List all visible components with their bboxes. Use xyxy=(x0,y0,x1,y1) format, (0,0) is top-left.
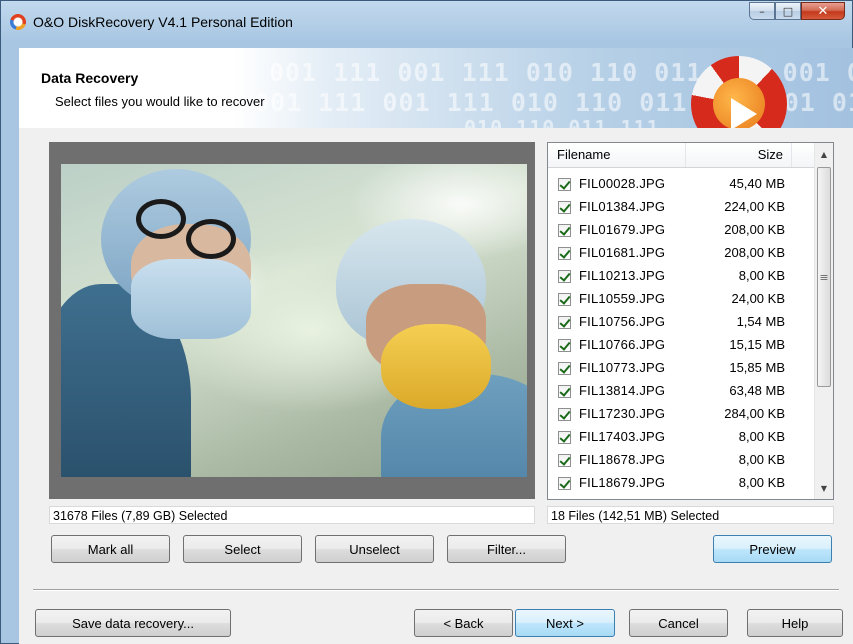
file-name: FIL10756.JPG xyxy=(579,314,666,329)
file-row[interactable]: FIL01384.JPG 224,00 KB xyxy=(548,198,815,221)
status-selected-files: 18 Files (142,51 MB) Selected xyxy=(547,506,834,524)
select-button[interactable]: Select xyxy=(183,535,302,563)
file-row[interactable]: FIL18679.JPG 8,00 KB xyxy=(548,474,815,497)
cancel-button[interactable]: Cancel xyxy=(629,609,728,637)
file-row[interactable]: FIL10773.JPG 15,85 MB xyxy=(548,359,815,382)
file-size: 1,54 MB xyxy=(736,314,785,329)
file-size: 8,00 KB xyxy=(738,268,785,283)
file-name: FIL10559.JPG xyxy=(579,291,666,306)
app-window: O&O DiskRecovery V4.1 Personal Edition –… xyxy=(0,0,853,644)
page-title: Data Recovery xyxy=(41,70,139,86)
caption-buttons: – □ ✕ xyxy=(749,2,845,20)
file-checkbox[interactable] xyxy=(558,247,571,260)
file-row[interactable]: FIL01681.JPG 208,00 KB xyxy=(548,244,815,267)
surgeon-left-mask xyxy=(131,259,251,339)
file-checkbox[interactable] xyxy=(558,293,571,306)
wizard-content: Filename Size FIL00028.JPG 45,40 MB FIL013… xyxy=(19,128,853,644)
file-checkbox[interactable] xyxy=(558,454,571,467)
file-checkbox[interactable] xyxy=(558,270,571,283)
file-row[interactable]: FIL10766.JPG 15,15 MB xyxy=(548,336,815,359)
column-header-size[interactable]: Size xyxy=(686,143,792,167)
surgeon-right-mask xyxy=(381,324,491,409)
list-header: Filename Size xyxy=(548,143,815,168)
arrow-icon xyxy=(731,98,757,128)
file-row[interactable]: FIL17403.JPG 8,00 KB xyxy=(548,428,815,451)
file-row[interactable]: FIL17230.JPG 284,00 KB xyxy=(548,405,815,428)
file-name: FIL00028.JPG xyxy=(579,176,666,191)
file-checkbox[interactable] xyxy=(558,477,571,490)
file-name: FIL01679.JPG xyxy=(579,222,666,237)
surgeon-glasses xyxy=(186,219,236,259)
file-size: 208,00 KB xyxy=(724,245,785,260)
file-checkbox[interactable] xyxy=(558,362,571,375)
file-checkbox[interactable] xyxy=(558,431,571,444)
file-name: FIL10773.JPG xyxy=(579,360,666,375)
file-size: 45,40 MB xyxy=(729,176,785,191)
file-name: FIL10766.JPG xyxy=(579,337,666,352)
separator xyxy=(33,589,839,591)
file-row[interactable]: FIL01679.JPG 208,00 KB xyxy=(548,221,815,244)
file-name: FIL10213.JPG xyxy=(579,268,666,283)
minimize-button[interactable]: – xyxy=(749,2,775,20)
page-subtitle: Select files you would like to recover xyxy=(55,94,265,109)
file-name: FIL17403.JPG xyxy=(579,429,666,444)
preview-image xyxy=(61,164,527,477)
close-button[interactable]: ✕ xyxy=(801,2,845,20)
scroll-thumb[interactable]: ≡ xyxy=(817,167,831,387)
file-list[interactable]: Filename Size FIL00028.JPG 45,40 MB FIL013… xyxy=(547,142,834,500)
binary-decoration: 010 110 011 111 xyxy=(464,116,660,128)
file-size: 208,00 KB xyxy=(724,222,785,237)
column-header-filename[interactable]: Filename xyxy=(548,143,686,167)
file-checkbox[interactable] xyxy=(558,201,571,214)
file-size: 8,00 KB xyxy=(738,452,785,467)
mark-all-button[interactable]: Mark all xyxy=(51,535,170,563)
image-preview-frame xyxy=(49,142,535,499)
scroll-down-arrow-icon[interactable]: ▼ xyxy=(815,479,833,497)
file-checkbox[interactable] xyxy=(558,339,571,352)
file-size: 8,00 KB xyxy=(738,429,785,444)
grip-icon: ≡ xyxy=(819,270,829,284)
file-row[interactable]: FIL13814.JPG 63,48 MB xyxy=(548,382,815,405)
file-size: 284,00 KB xyxy=(724,406,785,421)
file-rows: FIL00028.JPG 45,40 MB FIL01384.JPG 224,00 K… xyxy=(548,175,815,497)
file-name: FIL01681.JPG xyxy=(579,245,666,260)
file-checkbox[interactable] xyxy=(558,408,571,421)
window-title: O&O DiskRecovery V4.1 Personal Edition xyxy=(33,14,293,30)
vertical-scrollbar[interactable]: ▲ ≡ ▼ xyxy=(814,143,833,499)
maximize-button[interactable]: □ xyxy=(775,2,801,20)
file-size: 15,15 MB xyxy=(729,337,785,352)
file-size: 224,00 KB xyxy=(724,199,785,214)
file-checkbox[interactable] xyxy=(558,316,571,329)
file-row[interactable]: FIL10213.JPG 8,00 KB xyxy=(548,267,815,290)
next-button[interactable]: Next > xyxy=(515,609,615,637)
file-size: 8,00 KB xyxy=(738,475,785,490)
file-checkbox[interactable] xyxy=(558,224,571,237)
file-name: FIL01384.JPG xyxy=(579,199,666,214)
scroll-up-arrow-icon[interactable]: ▲ xyxy=(815,145,833,163)
title-bar[interactable]: O&O DiskRecovery V4.1 Personal Edition –… xyxy=(1,1,852,47)
file-checkbox[interactable] xyxy=(558,178,571,191)
file-size: 63,48 MB xyxy=(729,383,785,398)
save-data-recovery-button[interactable]: Save data recovery... xyxy=(35,609,231,637)
file-row[interactable]: FIL10559.JPG 24,00 KB xyxy=(548,290,815,313)
file-row[interactable]: FIL18678.JPG 8,00 KB xyxy=(548,451,815,474)
wizard-header: 001 111 001 111 010 110 011 111 001 010 … xyxy=(19,48,853,128)
file-checkbox[interactable] xyxy=(558,385,571,398)
filter-button[interactable]: Filter... xyxy=(447,535,566,563)
file-name: FIL17230.JPG xyxy=(579,406,666,421)
file-row[interactable]: FIL00028.JPG 45,40 MB xyxy=(548,175,815,198)
file-name: FIL13814.JPG xyxy=(579,383,666,398)
file-name: FIL18679.JPG xyxy=(579,475,666,490)
preview-button[interactable]: Preview xyxy=(713,535,832,563)
surgeon-glasses xyxy=(136,199,186,239)
file-size: 24,00 KB xyxy=(731,291,786,306)
back-button[interactable]: < Back xyxy=(414,609,513,637)
file-row[interactable]: FIL10756.JPG 1,54 MB xyxy=(548,313,815,336)
file-size: 15,85 MB xyxy=(729,360,785,375)
file-name: FIL18678.JPG xyxy=(579,452,666,467)
app-logo-icon xyxy=(10,14,26,30)
status-total-files: 31678 Files (7,89 GB) Selected xyxy=(49,506,535,524)
unselect-button[interactable]: Unselect xyxy=(315,535,434,563)
help-button[interactable]: Help xyxy=(747,609,843,637)
